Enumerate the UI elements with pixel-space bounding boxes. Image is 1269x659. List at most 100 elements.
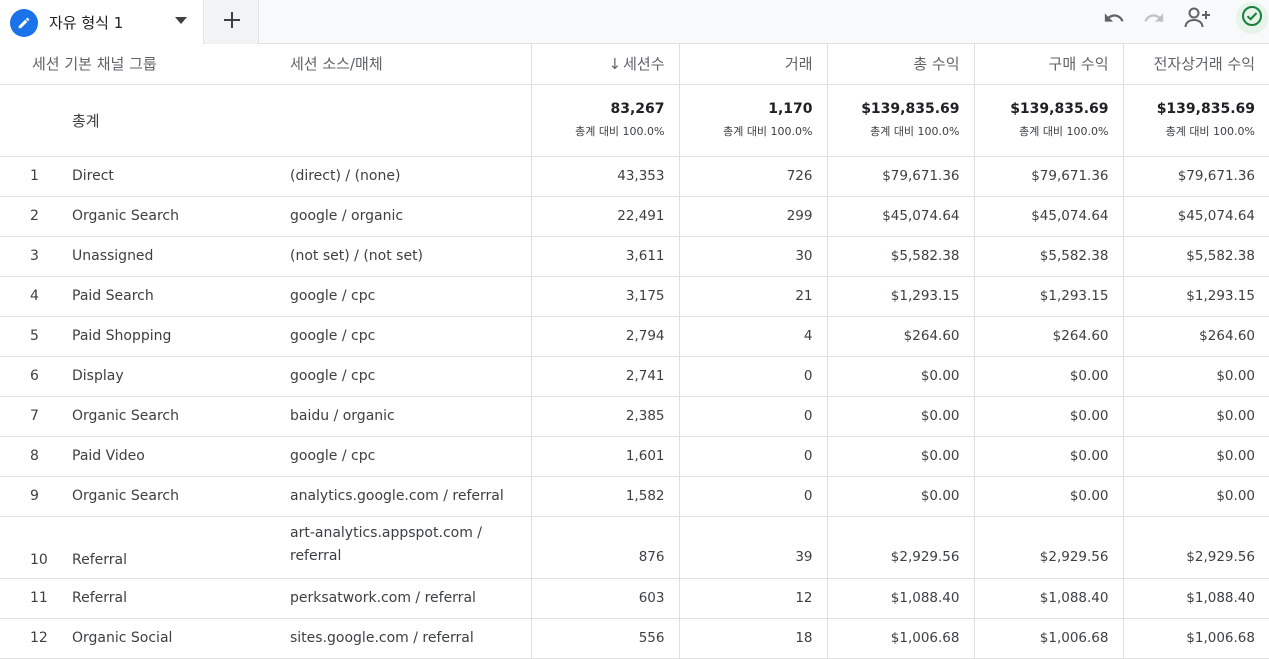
channel-cell[interactable]: Organic Search: [72, 208, 179, 224]
source-cell[interactable]: google / cpc: [272, 356, 531, 397]
ecommerce-revenue-cell: $1,088.40: [1122, 578, 1269, 619]
row-index: 2: [30, 208, 39, 224]
source-cell[interactable]: (not set) / (not set): [272, 236, 531, 277]
table-row[interactable]: 7 Organic Search baidu / organic 2,385 0 $0.0…: [0, 396, 1269, 437]
channel-cell[interactable]: Organic Search: [72, 488, 179, 504]
purchase-revenue-cell: $264.60: [973, 316, 1123, 357]
purchase-revenue-cell: $1,088.40: [973, 578, 1123, 619]
add-tab-button[interactable]: [205, 0, 259, 44]
row-index: 11: [30, 590, 48, 606]
source-cell[interactable]: google / cpc: [272, 436, 531, 477]
row-index-channel-cell: 12 Organic Social: [0, 618, 272, 659]
transactions-cell: 39: [678, 516, 827, 579]
check-circle-icon: [1241, 5, 1263, 31]
channel-cell[interactable]: Referral: [72, 590, 127, 606]
column-header-channel[interactable]: 세션 기본 채널 그룹: [0, 44, 272, 85]
table-row[interactable]: 8 Paid Video google / cpc 1,601 0 $0.00 $0.00 $…: [0, 436, 1269, 477]
channel-cell[interactable]: Paid Video: [72, 448, 145, 464]
tab-free-form-1[interactable]: 자유 형식 1: [0, 0, 204, 44]
row-index-channel-cell: 9 Organic Search: [0, 476, 272, 517]
total-revenue-cell: $2,929.56: [826, 516, 974, 579]
row-index: 3: [30, 248, 39, 264]
transactions-cell: 12: [678, 578, 827, 619]
purchase-revenue-cell: $0.00: [973, 396, 1123, 437]
sessions-cell: 22,491: [530, 196, 679, 237]
column-header-source[interactable]: 세션 소스/매체: [272, 44, 531, 85]
sessions-cell: 3,611: [530, 236, 679, 277]
channel-cell[interactable]: Organic Search: [72, 408, 179, 424]
total-ecommerce-revenue-cell: $139,835.69 총계 대비 100.0%: [1122, 84, 1269, 157]
table-row[interactable]: 4 Paid Search google / cpc 3,175 21 $1,293.15…: [0, 276, 1269, 317]
ecommerce-revenue-cell: $2,929.56: [1122, 516, 1269, 579]
source-cell[interactable]: baidu / organic: [272, 396, 531, 437]
table-row[interactable]: 2 Organic Search google / organic 22,491 299…: [0, 196, 1269, 237]
channel-cell[interactable]: Paid Shopping: [72, 328, 171, 344]
row-index: 10: [30, 551, 48, 568]
table-row[interactable]: 5 Paid Shopping google / cpc 2,794 4 $264.60 $…: [0, 316, 1269, 357]
channel-cell[interactable]: Display: [72, 368, 124, 384]
sessions-cell: 556: [530, 618, 679, 659]
table-row[interactable]: 10 Referral art-analytics.appspot.com / re…: [0, 516, 1269, 579]
column-header-transactions[interactable]: 거래: [678, 44, 827, 85]
purchase-revenue-cell: $0.00: [973, 356, 1123, 397]
ecommerce-revenue-cell: $1,293.15: [1122, 276, 1269, 317]
ecommerce-revenue-cell: $264.60: [1122, 316, 1269, 357]
caret-down-icon[interactable]: [174, 14, 188, 28]
channel-cell[interactable]: Unassigned: [72, 248, 153, 264]
source-cell[interactable]: google / cpc: [272, 316, 531, 357]
table-row[interactable]: 6 Display google / cpc 2,741 0 $0.00 $0.00 $0.0…: [0, 356, 1269, 397]
saved-status-button[interactable]: [1236, 2, 1268, 34]
column-header-ecommerce-revenue[interactable]: 전자상거래 수익: [1122, 44, 1269, 85]
source-cell[interactable]: art-analytics.appspot.com / referral: [272, 516, 531, 579]
row-index: 9: [30, 488, 39, 504]
total-revenue-cell: $0.00: [826, 356, 974, 397]
total-purchase-revenue: $139,835.69: [1010, 101, 1109, 117]
table-row[interactable]: 11 Referral perksatwork.com / referral 603 1…: [0, 578, 1269, 619]
total-ecommerce-revenue-pct: 총계 대비 100.0%: [1165, 125, 1255, 138]
total-sessions-cell: 83,267 총계 대비 100.0%: [530, 84, 679, 157]
table-row[interactable]: 12 Organic Social sites.google.com / refer…: [0, 618, 1269, 659]
sessions-cell: 1,601: [530, 436, 679, 477]
source-cell[interactable]: analytics.google.com / referral: [272, 476, 531, 517]
row-index-channel-cell: 2 Organic Search: [0, 196, 272, 237]
total-revenue-cell: $79,671.36: [826, 156, 974, 197]
row-index: 5: [30, 328, 39, 344]
channel-cell[interactable]: Direct: [72, 168, 114, 184]
sessions-cell: 43,353: [530, 156, 679, 197]
ecommerce-revenue-cell: $0.00: [1122, 436, 1269, 477]
transactions-cell: 21: [678, 276, 827, 317]
sessions-cell: 2,794: [530, 316, 679, 357]
total-total-revenue-pct: 총계 대비 100.0%: [870, 125, 960, 138]
redo-button[interactable]: [1139, 5, 1169, 35]
ecommerce-revenue-cell: $5,582.38: [1122, 236, 1269, 277]
channel-cell[interactable]: Referral: [72, 552, 127, 568]
source-cell[interactable]: perksatwork.com / referral: [272, 578, 531, 619]
total-transactions-pct: 총계 대비 100.0%: [723, 125, 813, 138]
channel-cell[interactable]: Organic Social: [72, 630, 172, 646]
source-cell[interactable]: (direct) / (none): [272, 156, 531, 197]
column-header-sessions[interactable]: ↓ 세션수: [530, 44, 679, 85]
purchase-revenue-cell: $45,074.64: [973, 196, 1123, 237]
ecommerce-revenue-cell: $0.00: [1122, 396, 1269, 437]
column-header-purchase-revenue[interactable]: 구매 수익: [973, 44, 1123, 85]
total-sessions: 83,267: [610, 101, 665, 117]
source-cell[interactable]: sites.google.com / referral: [272, 618, 531, 659]
table-row[interactable]: 3 Unassigned (not set) / (not set) 3,611 30 $…: [0, 236, 1269, 277]
purchase-revenue-cell: $5,582.38: [973, 236, 1123, 277]
table-row[interactable]: 9 Organic Search analytics.google.com / re…: [0, 476, 1269, 517]
header-row: 세션 기본 채널 그룹 세션 소스/매체 ↓ 세션수 거래 총 수익 구매 수익 …: [0, 44, 1269, 85]
table-row[interactable]: 1 Direct (direct) / (none) 43,353 726 $79,671…: [0, 156, 1269, 197]
share-users-icon: [1184, 7, 1212, 33]
total-revenue-cell: $0.00: [826, 396, 974, 437]
total-revenue-cell: $264.60: [826, 316, 974, 357]
source-cell[interactable]: google / organic: [272, 196, 531, 237]
channel-cell[interactable]: Paid Search: [72, 288, 154, 304]
total-label: 총계: [0, 84, 531, 157]
total-total-revenue-cell: $139,835.69 총계 대비 100.0%: [826, 84, 974, 157]
undo-button[interactable]: [1099, 5, 1129, 35]
sessions-cell: 1,582: [530, 476, 679, 517]
column-header-total-revenue[interactable]: 총 수익: [826, 44, 974, 85]
share-button[interactable]: [1183, 5, 1213, 35]
transactions-cell: 299: [678, 196, 827, 237]
source-cell[interactable]: google / cpc: [272, 276, 531, 317]
